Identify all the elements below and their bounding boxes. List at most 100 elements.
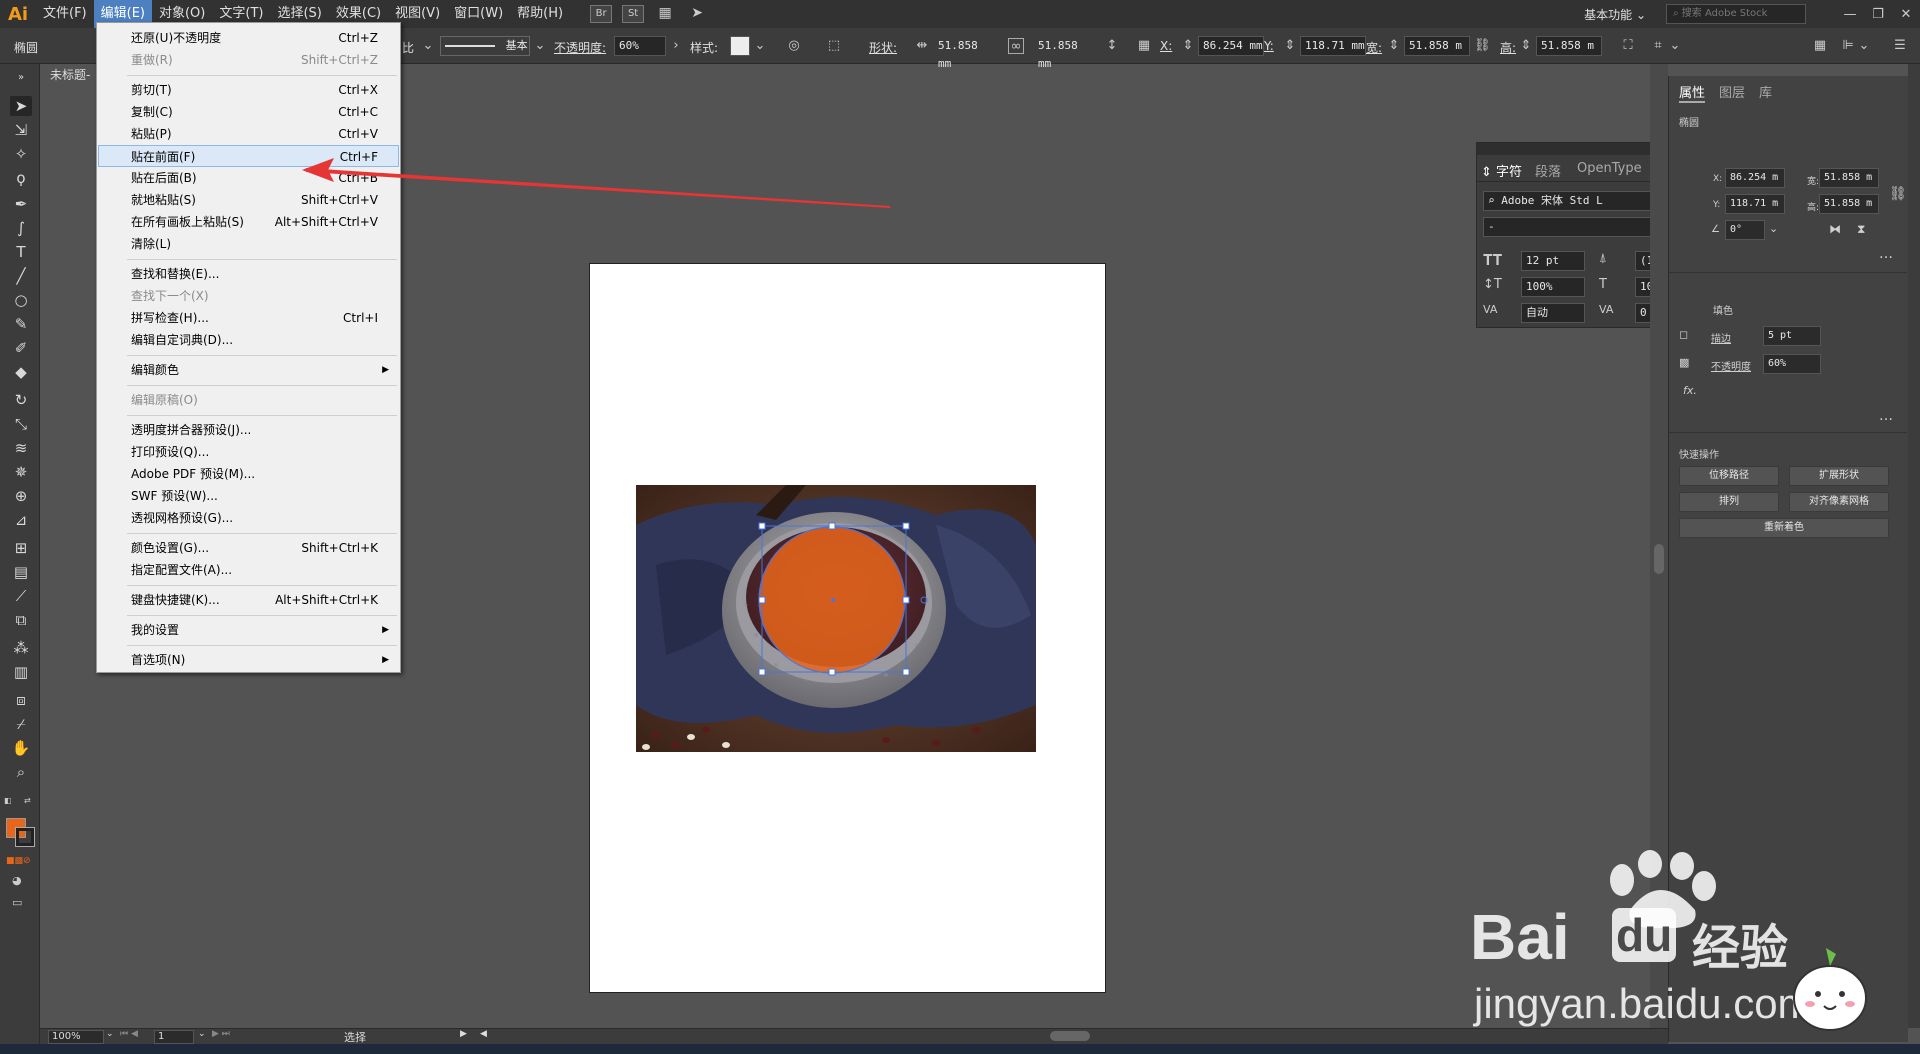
menu-window[interactable]: 窗口(W) — [447, 0, 510, 28]
zoom-tool-icon[interactable]: ⌕ — [10, 762, 32, 782]
recolor-button[interactable]: 重新着色 — [1679, 518, 1889, 538]
stroke-profile-select[interactable]: 基本 — [440, 36, 530, 56]
tab-paragraph[interactable]: 段落 — [1535, 161, 1561, 180]
menu-item-undo[interactable]: 还原(U)不透明度 Ctrl+Z — [98, 27, 399, 49]
link-icon[interactable]: ∞ — [1008, 38, 1024, 54]
stock-search-input[interactable]: ⌕ 搜索 Adobe Stock — [1666, 4, 1806, 24]
chevron-down-icon[interactable]: ⌄ — [532, 38, 548, 54]
opacity-input[interactable]: 60% — [1763, 354, 1821, 374]
prop-w-input[interactable]: 51.858 m — [1819, 168, 1879, 188]
flip-horizontal-icon[interactable]: ⧓ — [1829, 222, 1841, 236]
zoom-select[interactable]: 100% — [48, 1030, 104, 1044]
menu-item-swf-presets[interactable]: SWF 预设(W)... — [98, 485, 399, 507]
kerning-select[interactable]: 自动 — [1521, 303, 1585, 323]
lasso-tool-icon[interactable]: ϙ — [10, 168, 32, 188]
reference-point-icon[interactable]: ▦ — [1136, 38, 1152, 54]
blend-tool-icon[interactable]: ⧉ — [10, 610, 32, 630]
constrain-link-icon[interactable]: ⛓ — [1889, 186, 1907, 202]
tab-opentype[interactable]: OpenType — [1577, 161, 1642, 176]
h-input[interactable]: 51.858 m — [1536, 36, 1602, 56]
stroke-swatch[interactable] — [15, 827, 35, 847]
restore-icon[interactable]: ❐ — [1864, 7, 1892, 22]
status-menu-arrow-icon[interactable]: ▶ — [460, 1029, 467, 1039]
fx-icon[interactable]: fx. — [1683, 384, 1697, 397]
column-graph-tool-icon[interactable]: ▥ — [10, 662, 32, 682]
panel-scrollbar[interactable] — [1908, 64, 1920, 1028]
prop-h-input[interactable]: 51.858 m — [1819, 194, 1879, 214]
stepper-icon[interactable]: ⇕ — [1386, 38, 1402, 54]
chevron-down-icon[interactable]: ⌄ — [106, 1029, 114, 1039]
font-size-input[interactable]: 12 pt — [1521, 251, 1585, 271]
scroll-left-icon[interactable]: ◀ — [480, 1029, 487, 1039]
gradient-tool-icon[interactable]: ▤ — [10, 562, 32, 582]
menu-item-edit-original[interactable]: 编辑原稿(O) — [98, 389, 399, 411]
y-input[interactable]: 118.71 mm — [1300, 36, 1366, 56]
menu-item-keyboard-shortcuts[interactable]: 键盘快捷键(K)... Alt+Shift+Ctrl+K — [98, 589, 399, 611]
align-pixel-grid-button[interactable]: 对齐像素网格 — [1789, 492, 1889, 512]
slice-tool-icon[interactable]: ⌿ — [10, 714, 32, 734]
align-panel-icon[interactable]: ⊫ — [1840, 38, 1856, 54]
horizontal-scroll-thumb[interactable] — [1050, 1031, 1090, 1041]
menu-item-perspective-grid-presets[interactable]: 透视网格预设(G)... — [98, 507, 399, 529]
stroke-weight-input[interactable]: 5 pt — [1763, 326, 1821, 346]
transform-icon[interactable]: ⛶ — [1620, 38, 1636, 54]
isolate-icon[interactable]: ⌗ — [1650, 38, 1666, 54]
opacity-label[interactable]: 不透明度: — [554, 39, 606, 56]
menu-item-pdf-presets[interactable]: Adobe PDF 预设(M)... — [98, 463, 399, 485]
mesh-tool-icon[interactable]: ⊞ — [10, 538, 32, 558]
symbol-sprayer-tool-icon[interactable]: ⁂ — [10, 638, 32, 658]
opacity-input[interactable]: 60% — [614, 36, 666, 56]
stepper-icon[interactable]: ⇕ — [1282, 38, 1298, 54]
swap-colors-icon[interactable]: ⇄ — [24, 796, 34, 806]
menu-file[interactable]: 文件(F) — [36, 0, 94, 28]
stroke-label[interactable]: 描边 — [1711, 330, 1731, 345]
default-colors-icon[interactable]: ◧ — [4, 796, 14, 806]
perspective-grid-tool-icon[interactable]: ⊿ — [10, 510, 32, 530]
shape-builder-tool-icon[interactable]: ⊕ — [10, 486, 32, 506]
magic-wand-tool-icon[interactable]: ✧ — [10, 144, 32, 164]
paintbrush-tool-icon[interactable]: ✎ — [10, 314, 32, 334]
more-options-icon[interactable]: … — [1879, 408, 1893, 424]
stepper-icon[interactable]: ⇕ — [1518, 38, 1534, 54]
ellipse-tool-icon[interactable]: ○ — [10, 290, 32, 310]
direct-selection-tool-icon[interactable]: ⇲ — [10, 120, 32, 140]
chevron-down-icon[interactable]: ⌄ — [1667, 38, 1683, 54]
tab-layers[interactable]: 图层 — [1719, 82, 1745, 101]
prop-x-input[interactable]: 86.254 m — [1725, 168, 1785, 188]
menu-item-flattener-presets[interactable]: 透明度拼合器预设(J)... — [98, 419, 399, 441]
more-options-icon[interactable]: … — [1879, 246, 1893, 262]
hand-tool-icon[interactable]: ✋ — [10, 738, 32, 758]
prop-y-input[interactable]: 118.71 m — [1725, 194, 1785, 214]
menu-item-spell-check[interactable]: 拼写检查(H)... Ctrl+I — [98, 307, 399, 329]
menu-item-color-settings[interactable]: 颜色设置(G)... Shift+Ctrl+K — [98, 537, 399, 559]
eyedropper-tool-icon[interactable]: ⟋ — [10, 586, 32, 606]
menu-item-clear[interactable]: 清除(L) — [98, 233, 399, 255]
stroke-swatch-icon[interactable]: ◻ — [1679, 328, 1688, 341]
panel-collapse-icon[interactable]: » — [10, 68, 32, 88]
style-swatch[interactable] — [730, 36, 750, 56]
opacity-label[interactable]: 不透明度 — [1711, 358, 1751, 373]
drawing-mode-icon[interactable]: ◕ — [12, 874, 22, 887]
offset-path-button[interactable]: 位移路径 — [1679, 466, 1779, 486]
menu-item-preferences[interactable]: 首选项(N) ▶ — [98, 649, 399, 671]
shape-width-input[interactable]: 51.858 mm — [933, 36, 993, 70]
menu-item-print-presets[interactable]: 打印预设(Q)... — [98, 441, 399, 463]
arrange-icon[interactable]: ▦ — [1812, 38, 1828, 54]
chevron-down-icon[interactable]: ⌄ — [198, 1029, 206, 1039]
minimize-icon[interactable]: — — [1836, 7, 1864, 22]
recolor-icon[interactable]: ◎ — [786, 38, 802, 54]
pen-tool-icon[interactable]: ✒ — [10, 194, 32, 214]
selection-tool-icon[interactable]: ➤ — [10, 96, 32, 116]
color-mode-icons[interactable]: ■▩⊘ — [6, 856, 34, 866]
screen-mode-icon[interactable]: ▭ — [12, 896, 22, 909]
eraser-tool-icon[interactable]: ◆ — [10, 362, 32, 382]
w-input[interactable]: 51.858 m — [1404, 36, 1470, 56]
close-icon[interactable]: ✕ — [1892, 7, 1920, 22]
constrain-proportions-icon[interactable]: ⛓ — [1474, 38, 1491, 54]
vertical-scale-input[interactable]: 100% — [1521, 277, 1585, 297]
chevron-right-icon[interactable]: › — [668, 38, 684, 54]
send-icon[interactable]: ➤ — [686, 5, 708, 23]
stepper-icon[interactable]: ⇕ — [1180, 38, 1196, 54]
h-label[interactable]: 高: — [1500, 39, 1516, 56]
scale-tool-icon[interactable]: ⤡ — [10, 414, 32, 434]
